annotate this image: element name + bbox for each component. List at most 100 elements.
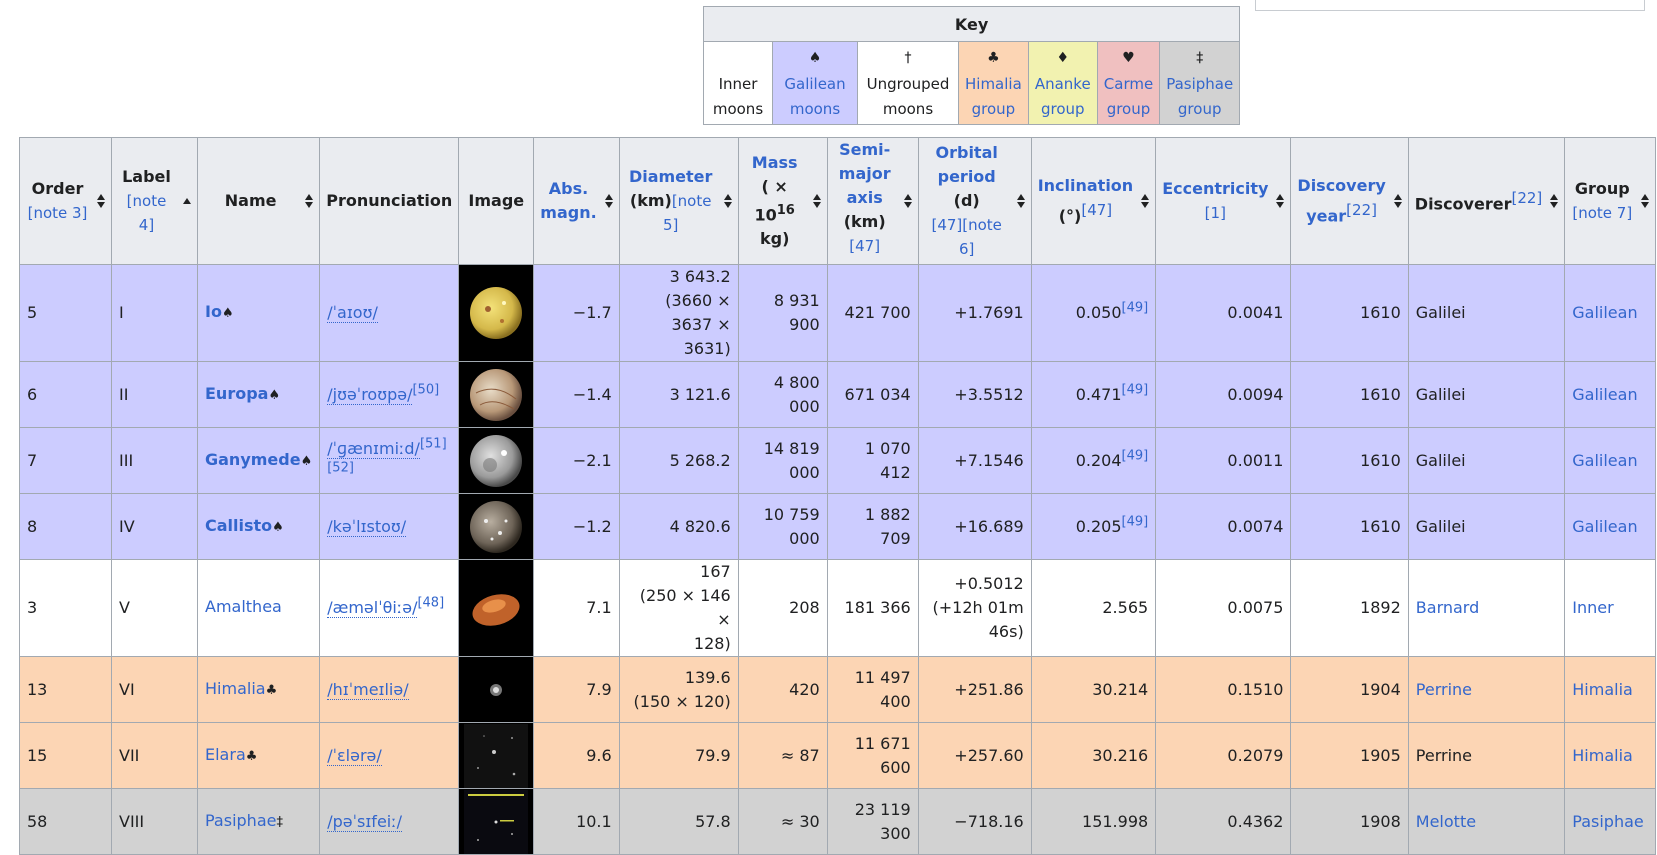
key-cell[interactable]: ♣ Himalia group xyxy=(958,41,1029,125)
citation-link[interactable]: [49] xyxy=(1122,515,1149,530)
col-mass[interactable]: Mass( × 1016 kg) xyxy=(737,136,828,266)
key-cell[interactable]: ♠ Galilean moons xyxy=(772,41,858,125)
col-group[interactable]: Group [note 7] xyxy=(1564,136,1657,266)
group-link[interactable]: Galilean xyxy=(1572,517,1637,536)
note-link[interactable]: [note 3] xyxy=(28,204,88,222)
col-diameter[interactable]: Diameter (km)[note 5] xyxy=(618,136,739,266)
group-cell[interactable]: Himalia xyxy=(1564,656,1657,724)
sort-icon[interactable] xyxy=(305,193,314,209)
moon-image[interactable] xyxy=(458,656,535,724)
citation-link[interactable]: [49] xyxy=(1122,301,1149,316)
ipa-link[interactable]: /æməlˈθiːə/ xyxy=(327,598,418,619)
pronunciation-cell[interactable]: /ˈaɪoʊ/ xyxy=(319,264,460,363)
col-absmag[interactable]: Abs. magn. xyxy=(533,136,620,266)
col-name[interactable]: Name xyxy=(196,136,321,266)
sort-icon[interactable] xyxy=(723,193,732,209)
group-link[interactable]: Inner xyxy=(1572,598,1613,617)
moon-image[interactable] xyxy=(458,493,535,561)
key-label[interactable]: Carme xyxy=(1104,75,1153,93)
key-label[interactable]: Himalia xyxy=(965,75,1022,93)
group-link[interactable]: Himalia xyxy=(1572,680,1633,699)
sort-ascending-icon[interactable] xyxy=(183,193,191,209)
col-order[interactable]: Order [note 3] xyxy=(19,136,112,266)
moon-image[interactable] xyxy=(458,559,535,658)
key-label[interactable]: moons xyxy=(790,100,840,118)
citation-link[interactable]: [48] xyxy=(417,596,444,611)
moon-image[interactable] xyxy=(458,722,535,790)
sort-icon[interactable] xyxy=(1016,193,1025,209)
key-cell[interactable]: ♦ Ananke group xyxy=(1027,41,1098,125)
pronunciation-cell[interactable]: /kəˈlɪstoʊ/ xyxy=(319,493,460,561)
ipa-link[interactable]: /pəˈsɪfeiː/ xyxy=(327,811,403,832)
group-cell[interactable]: Pasiphae xyxy=(1564,788,1657,855)
ipa-link[interactable]: /hɪˈmeɪliə/ xyxy=(327,679,409,700)
moon-name-link[interactable]: Callisto xyxy=(205,516,272,535)
moon-name-link[interactable]: Himalia xyxy=(205,679,266,698)
sort-icon[interactable] xyxy=(1393,193,1402,209)
key-cell[interactable]: ♥ Carme group xyxy=(1096,41,1161,125)
sort-icon[interactable] xyxy=(1641,193,1650,209)
group-cell[interactable]: Himalia xyxy=(1564,722,1657,790)
key-label[interactable]: group xyxy=(1041,100,1085,118)
col-discoverer[interactable]: Discoverer[22] xyxy=(1407,136,1566,266)
pronunciation-cell[interactable]: /ˈɡænɪmiːd/[51][52] xyxy=(319,427,460,495)
ipa-link[interactable]: /kəˈlɪstoʊ/ xyxy=(327,516,407,537)
sort-icon[interactable] xyxy=(604,193,613,209)
key-label[interactable]: group xyxy=(1107,100,1151,118)
key-label[interactable]: Pasiphae xyxy=(1166,75,1233,93)
moon-name-link[interactable]: Elara xyxy=(205,745,246,764)
pronunciation-cell[interactable]: /jʊəˈroʊpə/[50] xyxy=(319,361,460,429)
citation-link[interactable]: [50] xyxy=(412,383,439,398)
ipa-link[interactable]: /ˈɡænɪmiːd/ xyxy=(327,438,420,459)
pronunciation-cell[interactable]: /hɪˈmeɪliə/ xyxy=(319,656,460,724)
group-link[interactable]: Pasiphae xyxy=(1572,812,1643,831)
sort-icon[interactable] xyxy=(97,193,105,209)
moon-name-link[interactable]: Amalthea xyxy=(205,597,282,616)
group-link[interactable]: Galilean xyxy=(1572,451,1637,470)
key-label[interactable]: Ananke xyxy=(1035,75,1091,93)
citation-link[interactable]: [49] xyxy=(1122,449,1149,464)
group-cell[interactable]: Inner xyxy=(1564,559,1657,658)
key-label[interactable]: group xyxy=(1178,100,1222,118)
ipa-link[interactable]: /ˈɛlərə/ xyxy=(327,745,382,766)
group-cell[interactable]: Galilean xyxy=(1564,264,1657,363)
group-cell[interactable]: Galilean xyxy=(1564,361,1657,429)
pronunciation-cell[interactable]: /pəˈsɪfeiː/ xyxy=(319,788,460,855)
moon-name-link[interactable]: Io xyxy=(205,302,222,321)
key-label[interactable]: group xyxy=(972,100,1016,118)
moon-image[interactable] xyxy=(458,361,535,429)
note-link[interactable]: [note 4] xyxy=(127,192,167,234)
moon-name-link[interactable]: Ganymede xyxy=(205,450,301,469)
col-discovery-year[interactable]: Discovery year[22] xyxy=(1290,136,1409,266)
key-cell[interactable]: ‡ Pasiphae group xyxy=(1159,41,1241,125)
discoverer-link[interactable]: Perrine xyxy=(1416,680,1472,699)
group-cell[interactable]: Galilean xyxy=(1564,493,1657,561)
key-label[interactable]: Galilean xyxy=(784,75,845,93)
moon-image[interactable] xyxy=(458,427,535,495)
citation-link[interactable]: [49] xyxy=(1122,383,1149,398)
col-period[interactable]: Orbital period (d) [47][note 6] xyxy=(917,136,1032,266)
moon-image[interactable] xyxy=(458,788,535,855)
sort-icon[interactable] xyxy=(903,193,912,209)
ipa-link[interactable]: /ˈaɪoʊ/ xyxy=(327,303,378,324)
moon-name-link[interactable]: Pasiphae xyxy=(205,811,276,830)
discoverer-link[interactable]: Barnard xyxy=(1416,598,1479,617)
discoverer-link[interactable]: Melotte xyxy=(1416,812,1476,831)
sort-icon[interactable] xyxy=(1276,193,1285,209)
pronunciation-cell[interactable]: /ˈɛlərə/ xyxy=(319,722,460,790)
sort-icon[interactable] xyxy=(1550,193,1559,209)
col-semimajor[interactable]: Semi-major axis (km)[47] xyxy=(826,136,919,266)
col-eccentricity[interactable]: Eccentricity [1] xyxy=(1155,136,1292,266)
group-link[interactable]: Galilean xyxy=(1572,303,1637,322)
moon-name-link[interactable]: Europa xyxy=(205,384,268,403)
sort-icon[interactable] xyxy=(1141,193,1150,209)
ipa-link[interactable]: /jʊəˈroʊpə/ xyxy=(327,384,413,405)
group-link[interactable]: Himalia xyxy=(1572,746,1633,765)
sort-icon[interactable] xyxy=(812,193,821,209)
moon-image[interactable] xyxy=(458,264,535,363)
col-inclination[interactable]: Inclination (°)[47] xyxy=(1030,136,1157,266)
col-label[interactable]: Label [note 4] xyxy=(111,136,198,266)
group-cell[interactable]: Galilean xyxy=(1564,427,1657,495)
group-link[interactable]: Galilean xyxy=(1572,385,1637,404)
pronunciation-cell[interactable]: /æməlˈθiːə/[48] xyxy=(319,559,460,658)
